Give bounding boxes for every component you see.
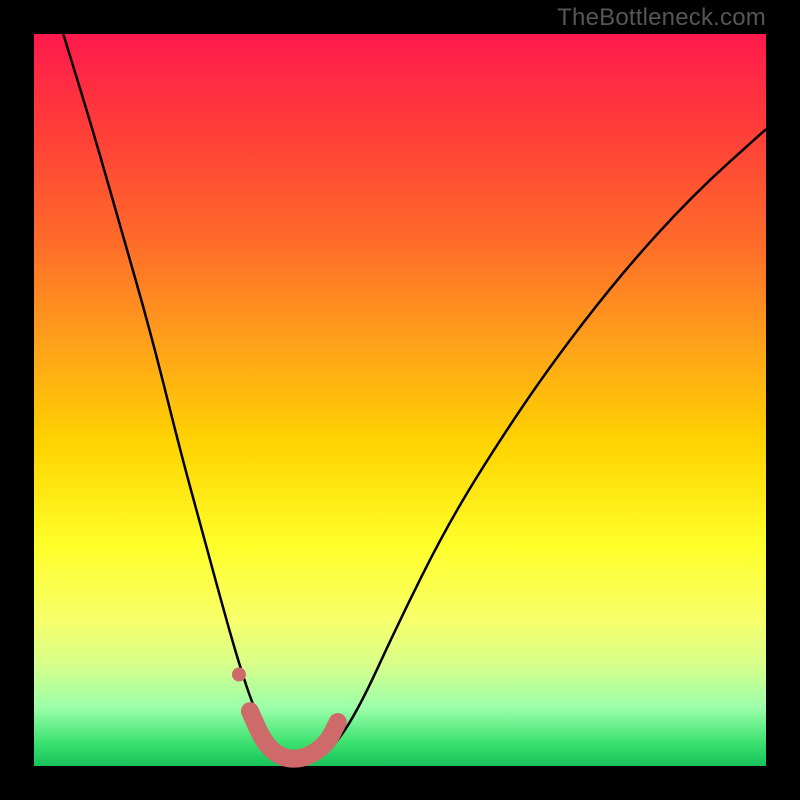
chart-svg [0,0,800,800]
watermark-text: TheBottleneck.com [557,4,766,32]
canvas-frame: TheBottleneck.com [0,0,800,800]
highlight-dot [232,668,246,682]
highlight-band [250,711,338,759]
bottleneck-curve [63,34,766,760]
